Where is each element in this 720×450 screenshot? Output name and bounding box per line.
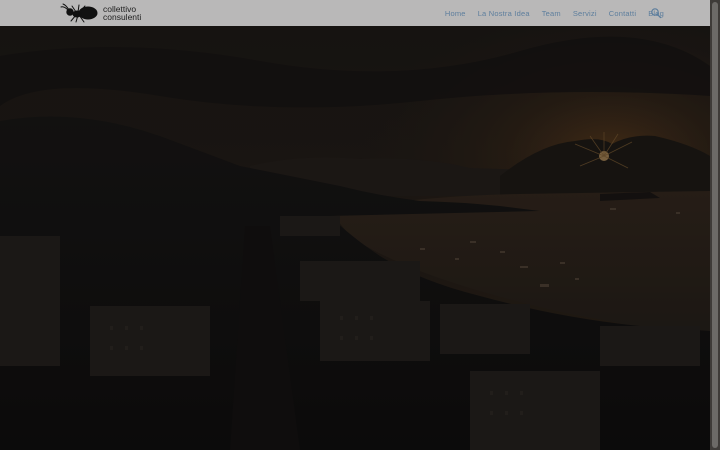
page-scrollbar[interactable] <box>710 0 720 450</box>
page: collettivo consulenti Home La Nostra Ide… <box>0 0 720 450</box>
nav-item-contatti[interactable]: Contatti <box>609 9 636 18</box>
nav-item-la-nostra-idea[interactable]: La Nostra Idea <box>478 9 530 18</box>
site-logo[interactable]: collettivo consulenti <box>60 2 150 24</box>
scrollbar-thumb[interactable] <box>712 2 718 448</box>
nav-item-team[interactable]: Team <box>542 9 561 18</box>
brand-name: collettivo consulenti <box>103 4 142 22</box>
nav-item-servizi[interactable]: Servizi <box>573 9 597 18</box>
hero-image <box>0 26 710 450</box>
search-icon[interactable] <box>650 7 662 19</box>
hero-scene <box>0 26 710 450</box>
nav-item-home[interactable]: Home <box>445 9 466 18</box>
main-nav: Home La Nostra Idea Team Servizi Contatt… <box>445 0 664 26</box>
site-header: collettivo consulenti Home La Nostra Ide… <box>0 0 710 26</box>
ant-icon <box>60 3 98 23</box>
brand-name-line2: consulenti <box>103 12 142 22</box>
